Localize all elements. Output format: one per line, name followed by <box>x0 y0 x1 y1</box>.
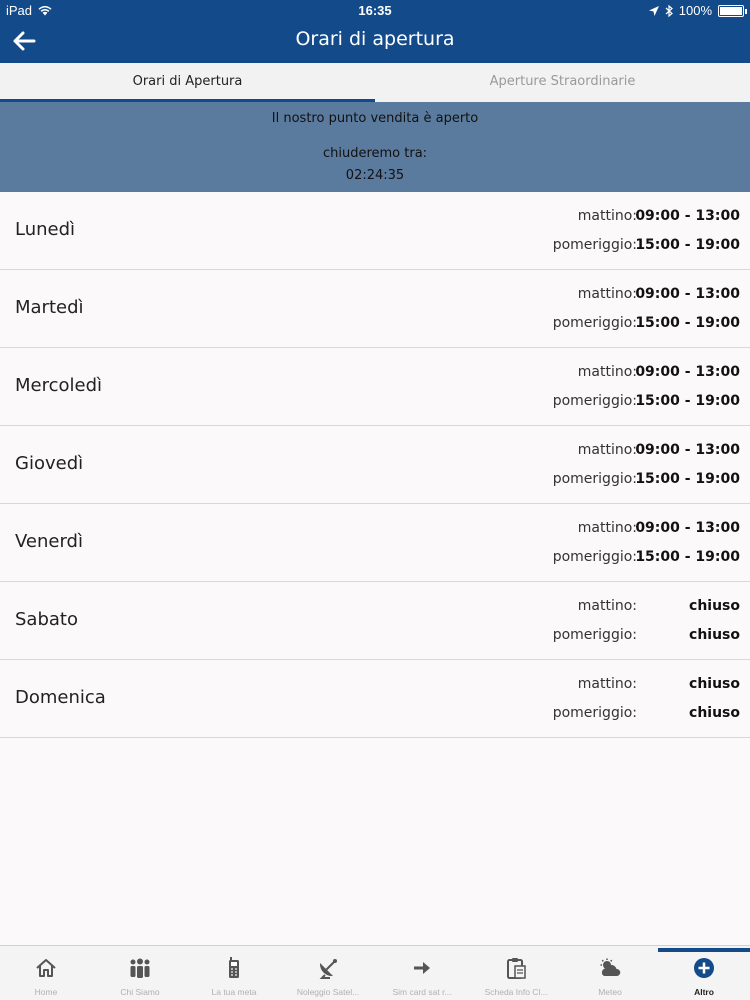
tab-orari-di-apertura[interactable]: Orari di Apertura <box>0 63 375 102</box>
morning-hours: 09:00 - 13:00 <box>635 520 740 536</box>
plus-circle-icon <box>694 958 714 978</box>
status-bar: iPad 16:35 100% <box>0 0 750 20</box>
status-banner: Il nostro punto vendita è aperto chiuder… <box>0 102 750 192</box>
tabbar-item-home[interactable]: Home <box>0 956 92 997</box>
morning-hours: 09:00 - 13:00 <box>635 286 740 302</box>
tabbar-label: Meteo <box>598 987 622 997</box>
tabbar-label: Noleggio Satel... <box>296 987 360 997</box>
morning-hours: chiuso <box>689 676 740 692</box>
afternoon-hours: 15:00 - 19:00 <box>635 393 740 409</box>
day-name: Venerdì <box>15 531 83 552</box>
tabbar-label: Altro <box>694 987 714 997</box>
opening-hours-list: Lunedì mattino: 09:00 - 13:00 pomeriggio:… <box>0 192 750 738</box>
tab-aperture-straordinarie[interactable]: Aperture Straordinarie <box>375 63 750 102</box>
afternoon-label: pomeriggio: <box>552 627 637 643</box>
tabbar-label: Chi Siamo <box>120 987 160 997</box>
morning-hours: 09:00 - 13:00 <box>635 364 740 380</box>
day-row-lunedi: Lunedì mattino: 09:00 - 13:00 pomeriggio:… <box>0 192 750 270</box>
morning-label: mattino: <box>577 364 637 380</box>
day-name: Lunedì <box>15 219 76 240</box>
day-name: Mercoledì <box>15 375 103 396</box>
battery-icon <box>718 4 747 17</box>
afternoon-hours: 15:00 - 19:00 <box>635 315 740 331</box>
tabbar-label: Home <box>34 987 58 997</box>
day-row-giovedi: Giovedì mattino: 09:00 - 13:00 pomeriggio… <box>0 426 750 504</box>
page-title: Orari di apertura <box>295 28 455 50</box>
day-name: Domenica <box>15 687 106 708</box>
home-icon <box>36 959 56 977</box>
segmented-tabs: Orari di Apertura Aperture Straordinarie <box>0 63 750 102</box>
weather-icon <box>600 958 621 976</box>
navigation-bar: Orari di apertura <box>0 20 750 63</box>
bluetooth-icon <box>665 4 673 17</box>
day-row-mercoledi: Mercoledì mattino: 09:00 - 13:00 pomerigg… <box>0 348 750 426</box>
afternoon-hours: chiuso <box>689 627 740 643</box>
tabbar-item-meteo[interactable]: Meteo <box>564 956 656 997</box>
morning-hours: 09:00 - 13:00 <box>635 442 740 458</box>
people-icon <box>130 958 150 978</box>
afternoon-label: pomeriggio: <box>552 471 637 487</box>
selected-tab-indicator <box>658 948 750 952</box>
tabbar-item-scheda-info[interactable]: Scheda Info Cl... <box>470 956 562 997</box>
day-name: Martedì <box>15 297 84 318</box>
day-row-venerdi: Venerdì mattino: 09:00 - 13:00 pomeriggio… <box>0 504 750 582</box>
tabbar-item-chi-siamo[interactable]: Chi Siamo <box>94 956 186 997</box>
day-row-martedi: Martedì mattino: 09:00 - 13:00 pomeriggio… <box>0 270 750 348</box>
tabbar-item-noleggio-satellitare[interactable]: Noleggio Satel... <box>282 956 374 997</box>
satellite-dish-icon <box>319 959 337 979</box>
tabbar-label: Sim card sat r... <box>392 987 452 997</box>
tabbar-item-sim-card[interactable]: Sim card sat r... <box>376 956 468 997</box>
afternoon-label: pomeriggio: <box>552 237 637 253</box>
tabbar-label: Scheda Info Cl... <box>484 987 548 997</box>
arrow-right-icon <box>414 962 430 974</box>
afternoon-label: pomeriggio: <box>552 315 637 331</box>
afternoon-label: pomeriggio: <box>552 393 637 409</box>
location-arrow-icon <box>648 5 659 16</box>
morning-hours: 09:00 - 13:00 <box>635 208 740 224</box>
day-name: Sabato <box>15 609 78 630</box>
morning-label: mattino: <box>577 286 637 302</box>
tabbar-item-la-tua-meta[interactable]: La tua meta <box>188 956 280 997</box>
afternoon-hours: 15:00 - 19:00 <box>635 549 740 565</box>
satellite-phone-icon <box>229 957 239 978</box>
day-row-domenica: Domenica mattino: chiuso pomeriggio: chius… <box>0 660 750 738</box>
day-row-sabato: Sabato mattino: chiuso pomeriggio: chiuso <box>0 582 750 660</box>
morning-label: mattino: <box>577 442 637 458</box>
afternoon-hours: chiuso <box>689 705 740 721</box>
afternoon-label: pomeriggio: <box>552 705 637 721</box>
open-status-text: Il nostro punto vendita è aperto <box>271 111 479 126</box>
morning-hours: chiuso <box>689 598 740 614</box>
morning-label: mattino: <box>577 520 637 536</box>
countdown-timer: 02:24:35 <box>345 168 405 183</box>
morning-label: mattino: <box>577 676 637 692</box>
bottom-tab-bar: Home Chi Siamo La tua meta Noleggio Sate… <box>0 945 750 1000</box>
closing-label: chiuderemo tra: <box>322 146 428 161</box>
morning-label: mattino: <box>577 598 637 614</box>
battery-percent: 100% <box>678 3 712 18</box>
tabbar-item-altro[interactable]: Altro <box>658 956 750 997</box>
clipboard-icon <box>507 958 526 979</box>
afternoon-hours: 15:00 - 19:00 <box>635 471 740 487</box>
tabbar-label: La tua meta <box>211 987 257 997</box>
afternoon-label: pomeriggio: <box>552 549 637 565</box>
status-time: 16:35 <box>358 3 392 18</box>
afternoon-hours: 15:00 - 19:00 <box>635 237 740 253</box>
morning-label: mattino: <box>577 208 637 224</box>
day-name: Giovedì <box>15 453 84 474</box>
